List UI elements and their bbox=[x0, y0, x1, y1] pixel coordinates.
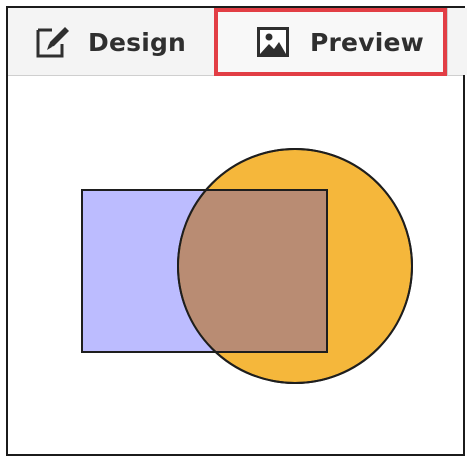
tab-preview[interactable]: Preview bbox=[214, 8, 447, 76]
preview-drawing bbox=[81, 148, 413, 384]
tab-design-label: Design bbox=[88, 27, 187, 57]
tab-design[interactable]: Design bbox=[8, 8, 214, 76]
tab-bar: Design Preview bbox=[8, 8, 467, 76]
tab-preview-label: Preview bbox=[310, 27, 424, 57]
preview-window: Design Preview bbox=[6, 6, 467, 456]
design-pencil-icon bbox=[34, 24, 72, 60]
preview-canvas bbox=[8, 76, 463, 454]
tab-bar-filler bbox=[447, 8, 467, 75]
image-icon bbox=[256, 24, 294, 60]
